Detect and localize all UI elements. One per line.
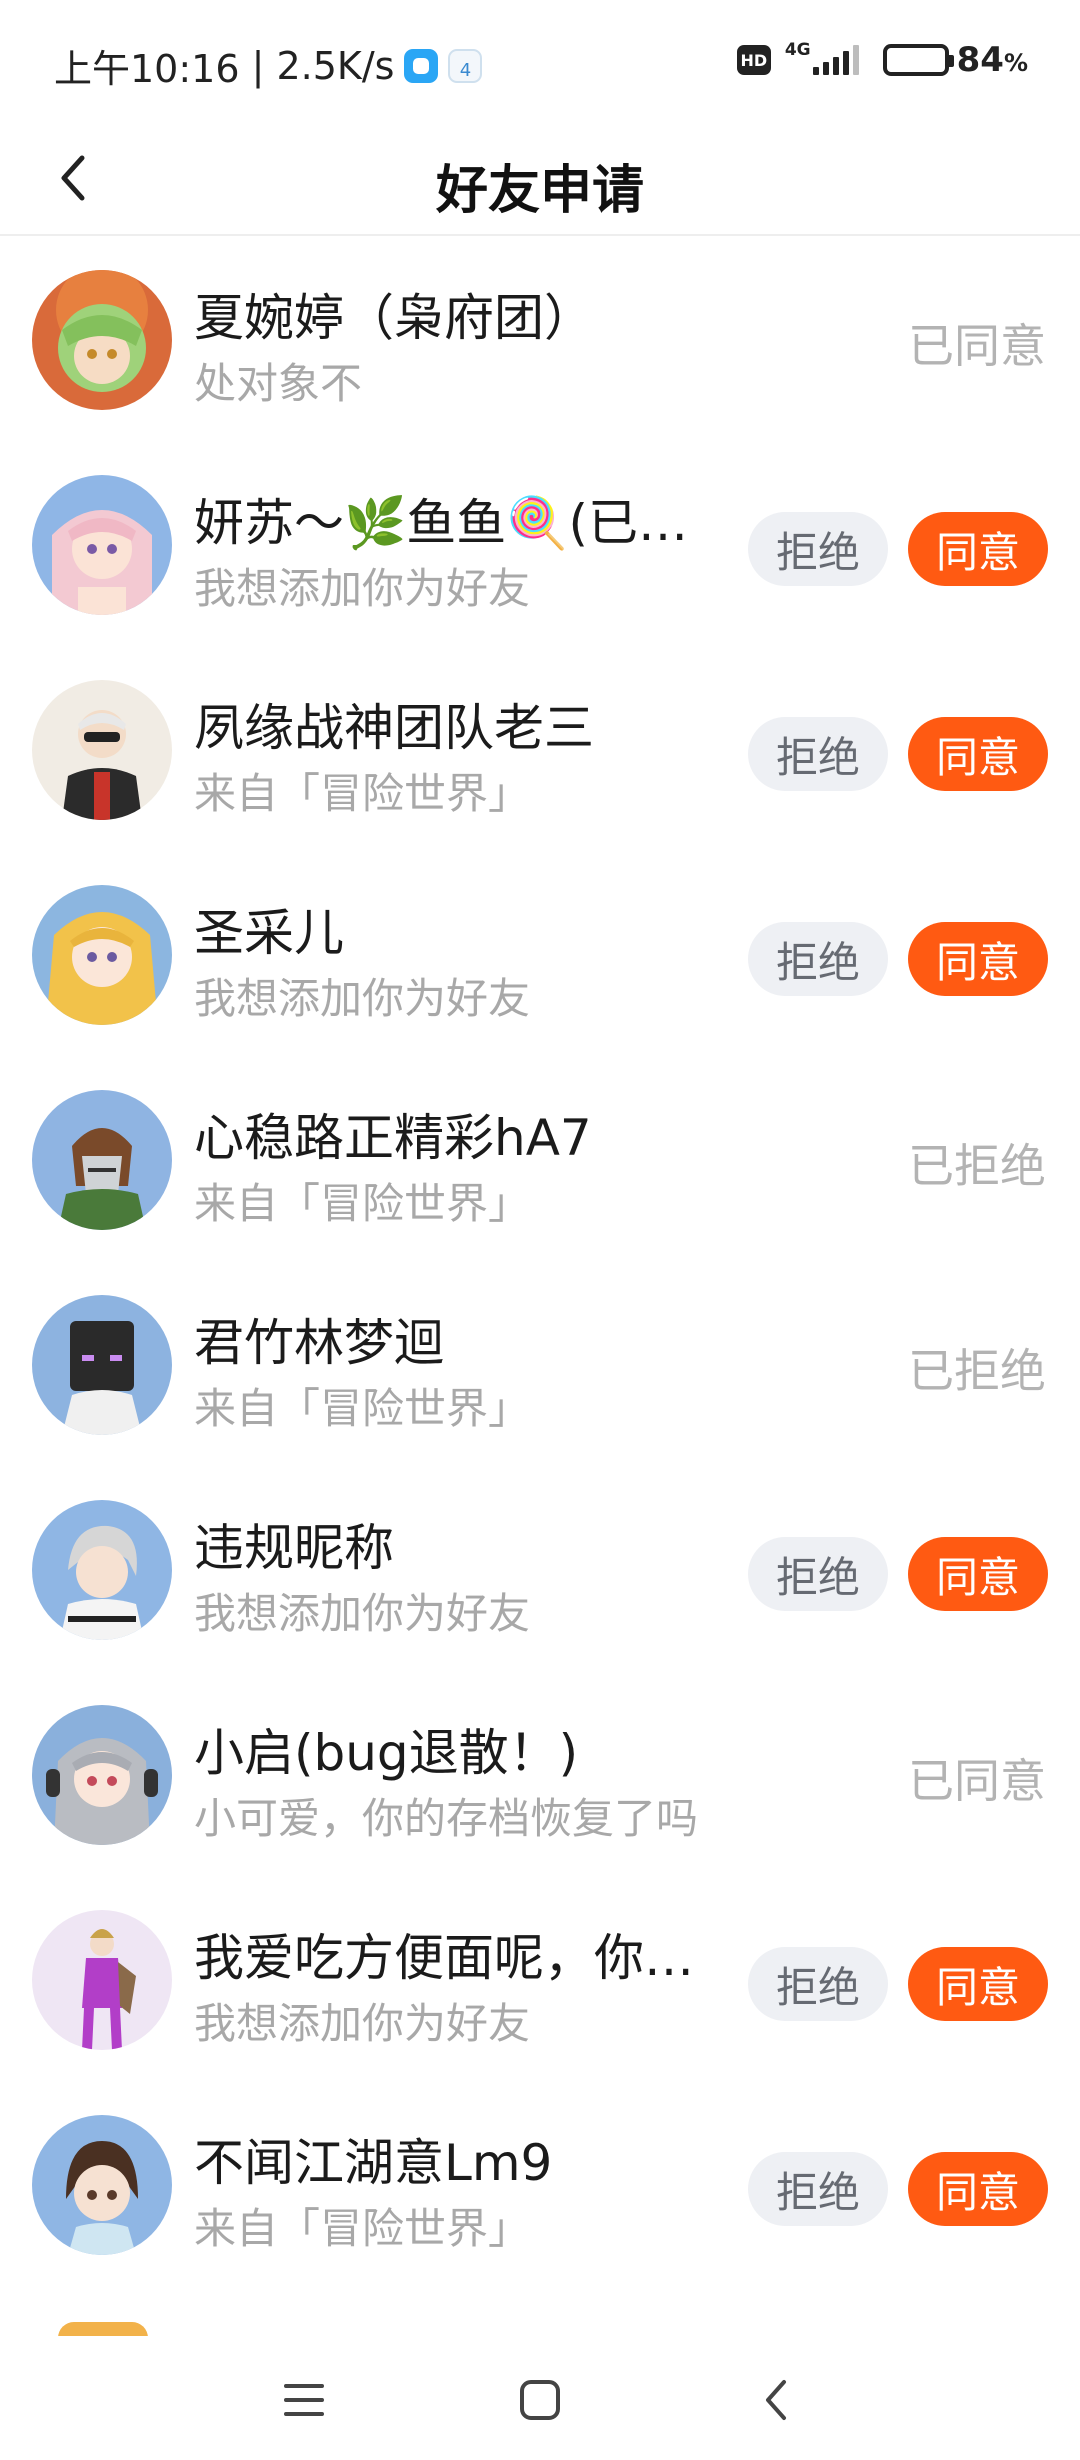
request-row[interactable]: 不闻江湖意Lm9 来自「冒险世界」 拒绝 同意 [0, 2085, 1080, 2290]
menu-button[interactable] [268, 2364, 340, 2436]
battery-percent: 84% [957, 40, 1028, 80]
clock: 上午10:16 [54, 47, 240, 91]
avatar [32, 1705, 172, 1845]
request-row[interactable]: 夏婉婷（枭府团） 处对象不 已同意 [0, 240, 1080, 445]
avatar [32, 1500, 172, 1640]
request-message: 我想添加你为好友 [194, 1589, 531, 1638]
reject-button[interactable]: 拒绝 [748, 512, 888, 586]
request-message: 来自「冒险世界」 [194, 769, 531, 818]
status-rejected-label: 已拒绝 [908, 1344, 1046, 1398]
reject-button[interactable]: 拒绝 [748, 922, 888, 996]
separator: | [239, 43, 277, 88]
request-row[interactable]: 小启(bug退散！) 小可爱，你的存档恢复了吗 已同意 [0, 1675, 1080, 1880]
avatar [32, 1295, 172, 1435]
home-icon [520, 2380, 560, 2420]
avatar [32, 680, 172, 820]
request-message: 我想添加你为好友 [194, 974, 531, 1023]
system-navigation-bar [0, 2336, 1080, 2460]
notification-app-icon [404, 48, 439, 83]
request-row[interactable]: 妍苏～🌿鱼鱼🍭(已… 我想添加你为好友 拒绝 同意 [0, 445, 1080, 650]
reject-button[interactable]: 拒绝 [748, 1537, 888, 1611]
request-row[interactable]: 心稳路正精彩hA7 来自「冒险世界」 已拒绝 [0, 1060, 1080, 1265]
battery-percent-unit: % [1003, 49, 1028, 77]
request-message: 小可爱，你的存档恢复了吗 [194, 1794, 699, 1843]
accept-button[interactable]: 同意 [908, 922, 1048, 996]
requester-name: 小启(bug退散！) [194, 1724, 579, 1782]
battery-icon [882, 44, 954, 76]
accept-button[interactable]: 同意 [908, 2152, 1048, 2226]
avatar [32, 475, 172, 615]
network-type: 4G [784, 40, 811, 60]
friend-request-list: 夏婉婷（枭府团） 处对象不 已同意 妍苏～🌿鱼鱼🍭(已… 我想添加你为好友 拒绝… [0, 240, 1080, 2290]
request-message: 处对象不 [194, 359, 363, 408]
requester-name: 君竹林梦迴 [194, 1314, 444, 1372]
back-icon [766, 2380, 786, 2420]
nav-back-button[interactable] [740, 2364, 812, 2436]
avatar [32, 270, 172, 410]
requester-name: 违规昵称 [194, 1519, 394, 1577]
status-accepted-label: 已同意 [908, 319, 1046, 373]
accept-button[interactable]: 同意 [908, 717, 1048, 791]
requester-name: 夙缘战神团队老三 [194, 699, 594, 757]
requester-name: 圣采儿 [194, 904, 344, 962]
header: 好友申请 [0, 120, 1080, 236]
request-message: 来自「冒险世界」 [194, 2204, 531, 2253]
status-accepted-label: 已同意 [908, 1754, 1046, 1808]
requester-name: 夏婉婷（枭府团） [194, 289, 594, 347]
request-message: 来自「冒险世界」 [194, 1384, 531, 1433]
status-right: HD 4G 84% [736, 40, 1028, 80]
request-row[interactable]: 违规昵称 我想添加你为好友 拒绝 同意 [0, 1470, 1080, 1675]
home-button[interactable] [504, 2364, 576, 2436]
request-message: 来自「冒险世界」 [194, 1179, 531, 1228]
requester-name: 我爱吃方便面呢，你… [194, 1929, 694, 1987]
status-bar: 上午10:16 | 2.5K/s 4 HD 4G 84% [0, 0, 1080, 120]
request-row[interactable]: 夙缘战神团队老三 来自「冒险世界」 拒绝 同意 [0, 650, 1080, 855]
requester-name: 不闻江湖意Lm9 [194, 2134, 553, 2192]
status-left: 上午10:16 | 2.5K/s 4 [54, 38, 483, 93]
reject-button[interactable]: 拒绝 [748, 717, 888, 791]
status-rejected-label: 已拒绝 [908, 1139, 1046, 1193]
accept-button[interactable]: 同意 [908, 512, 1048, 586]
requester-name: 妍苏～🌿鱼鱼🍭(已… [194, 494, 689, 552]
request-row[interactable]: 圣采儿 我想添加你为好友 拒绝 同意 [0, 855, 1080, 1060]
battery-percent-value: 84 [956, 40, 1004, 80]
avatar [32, 1090, 172, 1230]
reject-button[interactable]: 拒绝 [748, 1947, 888, 2021]
request-row[interactable]: 我爱吃方便面呢，你… 我想添加你为好友 拒绝 同意 [0, 1880, 1080, 2085]
requester-name: 心稳路正精彩hA7 [194, 1109, 592, 1167]
avatar [32, 1910, 172, 2050]
accept-button[interactable]: 同意 [908, 1947, 1048, 2021]
request-message: 我想添加你为好友 [194, 564, 531, 613]
request-row[interactable]: 君竹林梦迴 来自「冒险世界」 已拒绝 [0, 1265, 1080, 1470]
calendar-notification-icon: 4 [448, 48, 483, 83]
accept-button[interactable]: 同意 [908, 1537, 1048, 1611]
request-message: 我想添加你为好友 [194, 1999, 531, 2048]
signal-icon [812, 45, 859, 75]
hd-icon: HD [736, 45, 771, 75]
page-title: 好友申请 [435, 161, 644, 221]
menu-icon [284, 2384, 324, 2416]
avatar [32, 2115, 172, 2255]
reject-button[interactable]: 拒绝 [748, 2152, 888, 2226]
network-speed: 2.5K/s [276, 43, 395, 88]
avatar [32, 885, 172, 1025]
